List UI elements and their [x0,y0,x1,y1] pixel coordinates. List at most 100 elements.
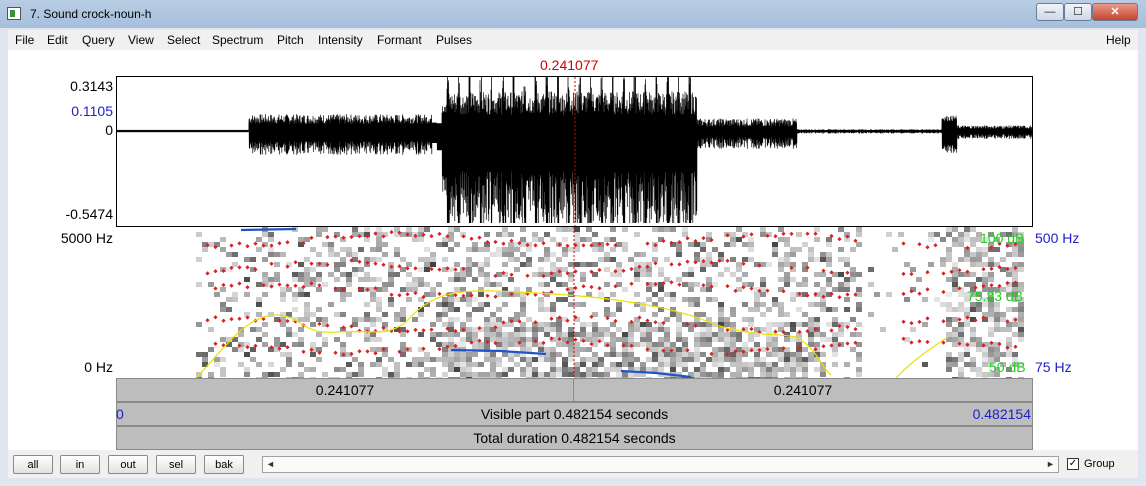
spectrogram-cell [670,292,676,297]
maximize-button[interactable]: ☐ [1064,3,1092,21]
selection-bar[interactable]: 0.241077 0.241077 [116,378,1033,402]
spectrogram-cell [790,352,796,357]
spectrogram-cell [424,282,430,287]
spectrogram-cell [304,272,310,277]
waveform-panel[interactable] [116,60,1033,227]
spectrogram-cell [436,312,442,317]
spectrogram-cell [508,337,514,342]
spectrogram-cell [718,337,724,342]
spectrogram-cell [898,232,904,237]
spectrogram-cell [598,372,604,377]
spectrogram-cell [1012,272,1018,277]
spectrogram-cell [304,312,310,317]
spectrogram-cell [352,272,358,277]
spectrogram-cell [976,337,982,342]
spectrogram-cell [574,247,580,252]
spectrogram-panel[interactable] [116,227,1033,378]
spectrogram-cell [466,372,472,377]
spectrogram-cell [280,252,286,257]
spectrogram-cell [1012,322,1018,327]
menu-pulses[interactable]: Pulses [436,33,472,47]
spectrogram-cell [484,332,490,337]
spectrogram-cell [634,232,640,237]
spectrogram-cell [640,252,646,257]
spectrogram-cell [256,302,262,307]
spectrogram-cell [268,247,274,252]
spectrogram-cell [952,282,958,287]
minimize-button[interactable]: — [1036,3,1064,21]
spectrogram-cell [394,252,400,257]
title-bar[interactable]: 7. Sound crock-noun-h — ☐ ✕ [0,0,1146,28]
spectrogram-cell [646,272,652,277]
spectrogram-cell [622,242,628,247]
spectrogram-cell [568,277,574,282]
spectrogram-cell [478,272,484,277]
zoom-selection-button[interactable]: sel [156,455,196,474]
spectrogram-cell [490,312,496,317]
spectrogram-cell [580,372,586,377]
selection-left-time[interactable]: 0.241077 [117,382,573,398]
menu-edit[interactable]: Edit [47,33,68,47]
spectrogram-cell [964,352,970,357]
spectrogram-cell [856,357,862,362]
spectrogram-cell [736,267,742,272]
group-checkbox[interactable]: ✓ [1067,458,1079,470]
menu-formant[interactable]: Formant [377,33,422,47]
menu-pitch[interactable]: Pitch [277,33,304,47]
spectrogram-cell [1006,337,1012,342]
spectrogram-cell [730,257,736,262]
selection-right-time[interactable]: 0.241077 [574,382,1032,398]
spectrogram-cell [322,227,328,232]
spectrogram-cell [964,252,970,257]
spectrogram-cell [550,372,556,377]
menu-file[interactable]: File [15,33,34,47]
spectrogram-cell [646,332,652,337]
total-duration-bar[interactable]: Total duration 0.482154 seconds [116,426,1033,450]
spectrogram-cell [556,282,562,287]
spectrogram-cell [562,367,568,372]
visible-part-bar[interactable]: 0 Visible part 0.482154 seconds 0.482154 [116,402,1033,426]
spectrogram-cell [820,272,826,277]
spectrogram-cell [592,272,598,277]
spectrogram-cell [970,242,976,247]
spectrogram-cell [808,257,814,262]
spectrogram-cell [550,352,556,357]
spectrogram-cell [556,257,562,262]
spectrogram-cell [730,357,736,362]
spectrogram-cell [916,277,922,282]
menu-spectrum[interactable]: Spectrum [212,33,263,47]
spectrogram-cell [544,247,550,252]
menu-select[interactable]: Select [167,33,200,47]
spectrogram-cell [550,367,556,372]
spectrogram-cell [736,357,742,362]
menu-query[interactable]: Query [82,33,115,47]
spectrogram-cell [970,332,976,337]
menu-help[interactable]: Help [1106,33,1131,47]
menu-intensity[interactable]: Intensity [318,33,363,47]
spectrogram-cell [502,292,508,297]
spectrogram-cell [490,352,496,357]
spectrogram-cell [364,317,370,322]
zoom-back-button[interactable]: bak [204,455,244,474]
spectrogram-cell [784,237,790,242]
zoom-in-button[interactable]: in [60,455,100,474]
spectrogram-cell [604,267,610,272]
spectrogram-cell [496,247,502,252]
spectrogram-cell [526,337,532,342]
spectrogram-cell [622,347,628,352]
scroll-left-arrow-icon[interactable]: ◄ [263,457,278,472]
spectrogram-cell [274,337,280,342]
menu-view[interactable]: View [128,33,154,47]
spectrogram-cell [490,332,496,337]
spectrogram-cell [988,262,994,267]
horizontal-scrollbar[interactable]: ◄ ► [262,456,1059,473]
window-title: 7. Sound crock-noun-h [30,7,152,21]
spectrogram-cell [448,367,454,372]
spectrogram-cell [580,327,586,332]
scroll-right-arrow-icon[interactable]: ► [1043,457,1058,472]
zoom-out-button[interactable]: out [108,455,148,474]
spectrogram-cell [700,342,706,347]
spectrogram-cell [232,262,238,267]
close-button[interactable]: ✕ [1092,3,1138,21]
zoom-all-button[interactable]: all [13,455,53,474]
